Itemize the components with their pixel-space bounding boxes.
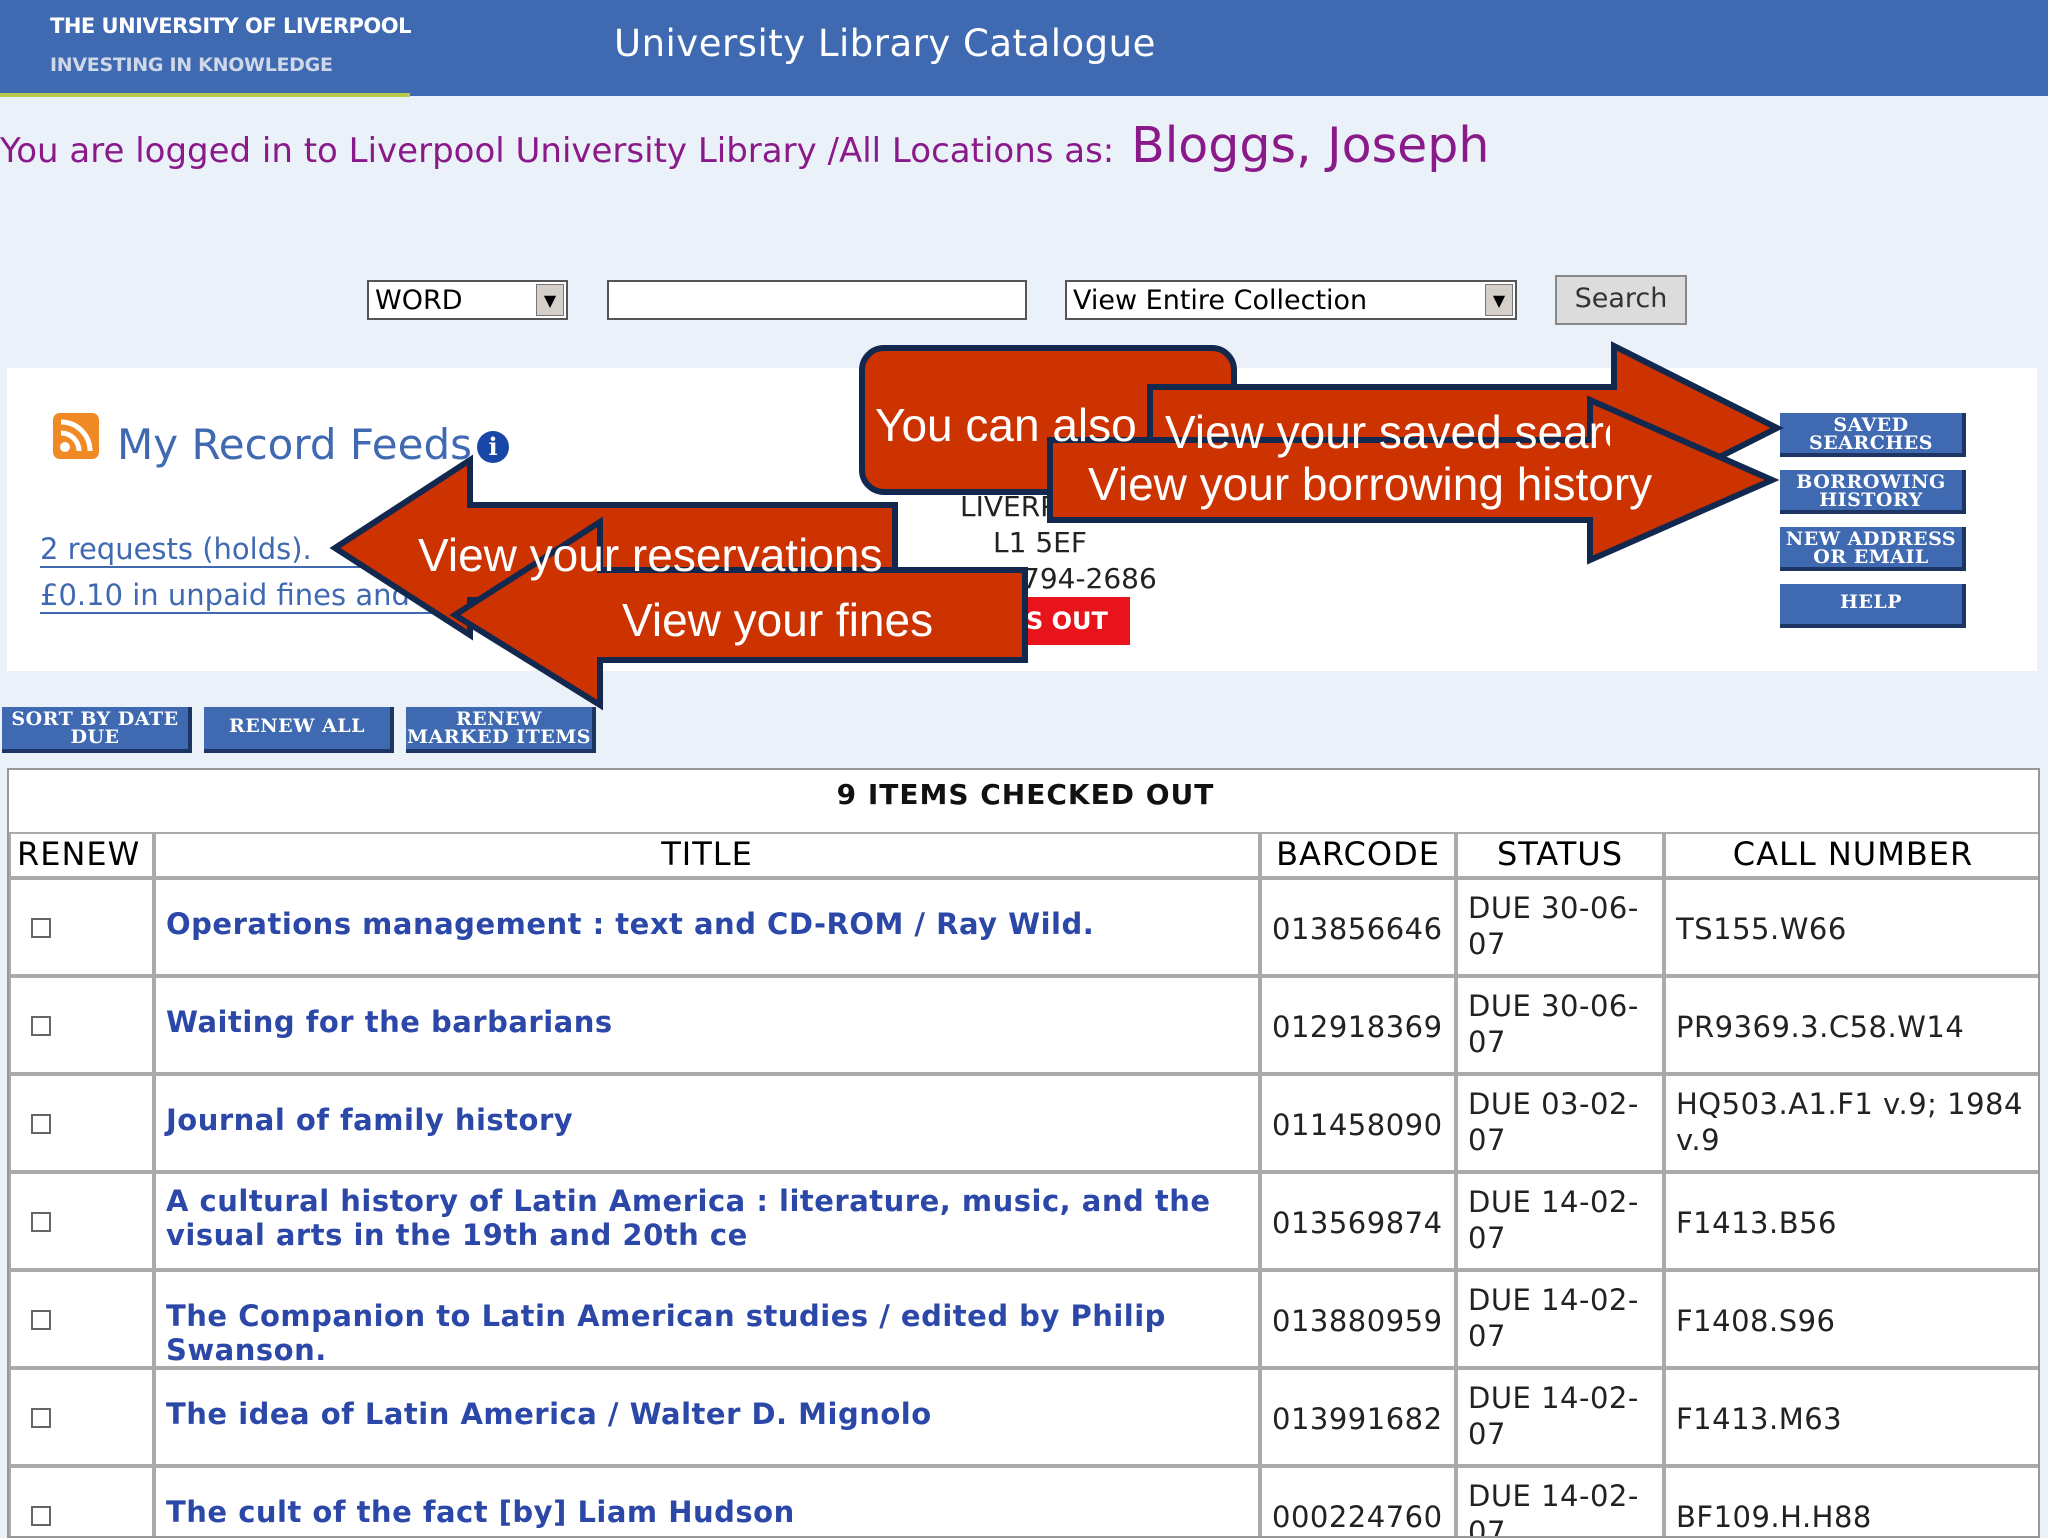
callout-borrowing-text: View your borrowing history xyxy=(1088,458,1653,510)
callout-saved-text: View your saved searches xyxy=(1165,406,1610,458)
callout-also-text: You can also xyxy=(875,399,1137,451)
callout-overlay xyxy=(329,341,1784,711)
callout-fines-text: View your fines xyxy=(622,594,934,646)
callout-reservations-text: View your reservations xyxy=(418,529,883,581)
